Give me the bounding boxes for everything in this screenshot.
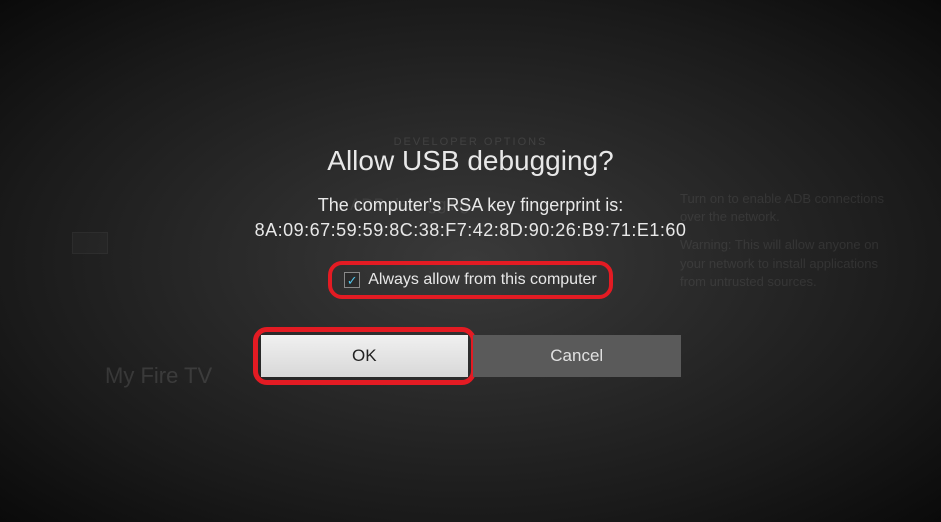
dialog-title: Allow USB debugging? [201, 145, 741, 177]
annotation-highlight-checkbox: ✓ Always allow from this computer [328, 261, 613, 299]
checkmark-icon: ✓ [347, 274, 358, 287]
ok-button[interactable]: OK [261, 335, 469, 377]
usb-debugging-dialog: Allow USB debugging? The computer's RSA … [201, 145, 741, 377]
always-allow-label: Always allow from this computer [368, 271, 597, 289]
cancel-button[interactable]: Cancel [473, 335, 681, 377]
annotation-highlight-ok: OK [253, 327, 477, 385]
always-allow-checkbox-row[interactable]: ✓ Always allow from this computer [338, 267, 603, 293]
dialog-button-row: OK Cancel [261, 335, 681, 377]
background-back-box [72, 232, 108, 254]
dialog-subtitle: The computer's RSA key fingerprint is: [201, 195, 741, 216]
always-allow-checkbox[interactable]: ✓ [344, 272, 360, 288]
dialog-fingerprint: 8A:09:67:59:59:8C:38:F7:42:8D:90:26:B9:7… [201, 220, 741, 241]
background-left-label: My Fire TV [105, 363, 212, 389]
